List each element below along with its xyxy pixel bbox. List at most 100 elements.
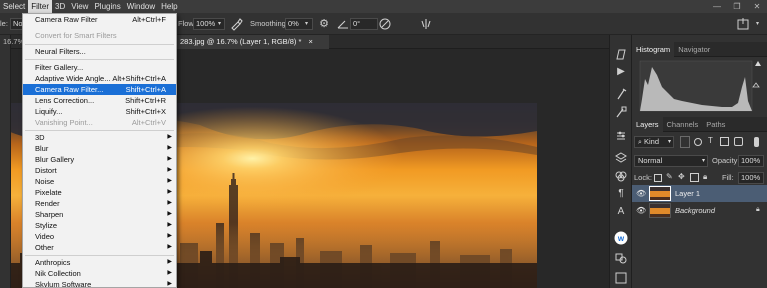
histogram-graph (639, 60, 761, 112)
menu-item-stylize[interactable]: Stylize ▶ (23, 220, 176, 231)
brush-icon[interactable] (614, 87, 628, 101)
submenu-arrow-icon: ▶ (167, 178, 172, 184)
menu-item-filter-gallery[interactable]: Filter Gallery... (23, 62, 176, 73)
lock-transparency-icon[interactable] (654, 174, 662, 182)
submenu-arrow-icon: ▶ (167, 259, 172, 265)
layer-kind-filter[interactable]: ⌕ Kind ▾ (634, 136, 674, 148)
symmetry-icon[interactable] (419, 17, 433, 31)
character-icon[interactable]: A (614, 205, 628, 219)
tab-paths[interactable]: Paths (702, 117, 729, 132)
menu-separator (25, 44, 174, 45)
close-icon[interactable]: ✕ (747, 0, 767, 13)
menu-3d[interactable]: 3D (52, 0, 68, 13)
doc-tab-active[interactable]: 283.jpg @ 16.7% (Layer 1, RGB/8) * × (177, 35, 329, 49)
menu-item-pixelate[interactable]: Pixelate ▶ (23, 187, 176, 198)
menu-window[interactable]: Window (124, 0, 158, 13)
minimize-icon[interactable]: — (707, 0, 727, 13)
pressure-size-icon[interactable] (378, 17, 392, 31)
tab-histogram[interactable]: Histogram (632, 42, 675, 57)
submenu-arrow-icon: ▶ (167, 156, 172, 162)
layer-name: Background (675, 206, 716, 215)
opacity-input[interactable]: 100% (738, 155, 764, 167)
channels-icon[interactable] (614, 169, 628, 183)
shapes-icon[interactable] (614, 251, 628, 265)
fill-label: Fill: (722, 173, 734, 182)
properties-icon[interactable] (614, 271, 628, 285)
tab-layers[interactable]: Layers (632, 117, 663, 132)
pixel-filter-icon[interactable] (680, 136, 690, 148)
submenu-arrow-icon: ▶ (167, 211, 172, 217)
chevron-down-icon[interactable]: ▾ (305, 18, 308, 30)
submenu-arrow-icon: ▶ (167, 244, 172, 250)
lock-row: Lock: ✎ ✥ 🔒︎ Fill: 100% (634, 172, 765, 185)
blend-mode-value: Normal (638, 156, 663, 165)
type-filter-icon[interactable]: T (708, 136, 713, 145)
blend-mode-dropdown[interactable]: Normal ▾ (634, 155, 708, 167)
menu-item-skylum-software[interactable]: Skylum Software ▶ (23, 279, 176, 287)
menu-select[interactable]: Select (0, 0, 28, 13)
menu-item-camera-raw-filter-last[interactable]: Camera Raw Filter Alt+Ctrl+F (23, 14, 176, 25)
lock-all-icon[interactable]: 🔒︎ (703, 172, 707, 182)
eye-icon[interactable]: 👁︎ (636, 206, 646, 215)
chevron-down-icon: ▾ (701, 158, 705, 164)
menu-plugins[interactable]: Plugins (91, 0, 123, 13)
brush-settings-icon[interactable] (614, 105, 628, 119)
menu-item-video[interactable]: Video ▶ (23, 231, 176, 242)
lock-artboard-icon[interactable] (690, 173, 699, 182)
chevron-down-icon[interactable]: ▾ (218, 18, 221, 30)
kind-filter-label: Kind (644, 137, 660, 146)
mode-label: le: (0, 19, 8, 28)
menu-item-distort[interactable]: Distort ▶ (23, 165, 176, 176)
paragraph-icon[interactable]: ¶ (614, 187, 628, 201)
tab-navigator[interactable]: Navigator (674, 42, 714, 57)
lock-position-icon[interactable]: ✥ (678, 172, 685, 181)
layer-row-selected[interactable]: 👁︎ Layer 1 (632, 185, 767, 202)
menu-item-other[interactable]: Other ▶ (23, 242, 176, 253)
airbrush-icon[interactable] (229, 17, 243, 31)
menu-item-nik-collection[interactable]: Nik Collection ▶ (23, 268, 176, 279)
menu-item-anthropics[interactable]: Anthropics ▶ (23, 257, 176, 268)
smartobject-filter-icon[interactable] (734, 137, 743, 146)
doc-tab-title: 283.jpg @ 16.7% (Layer 1, RGB/8) * (180, 37, 302, 46)
menu-item-blur-gallery[interactable]: Blur Gallery ▶ (23, 154, 176, 165)
maximize-icon[interactable]: ❐ (727, 0, 747, 13)
menu-item-adaptive-wide-angle[interactable]: Adaptive Wide Angle... Alt+Shift+Ctrl+A (23, 73, 176, 84)
history-icon[interactable] (614, 47, 628, 61)
chevron-down-icon: ▾ (667, 139, 671, 145)
angle-input[interactable]: 0° (350, 18, 378, 30)
lock-pixels-icon[interactable]: ✎ (666, 172, 673, 181)
filter-toggle-icon[interactable] (754, 137, 759, 147)
adjust-icon[interactable] (614, 129, 628, 143)
tab-channels[interactable]: Channels (663, 117, 703, 132)
smoothing-input[interactable]: 0% (285, 18, 313, 30)
menu-item-blur[interactable]: Blur ▶ (23, 143, 176, 154)
fill-input[interactable]: 100% (738, 172, 764, 184)
layers-icon[interactable] (614, 151, 628, 165)
menu-item-liquify[interactable]: Liquify... Shift+Ctrl+X (23, 106, 176, 117)
menu-item-lens-correction[interactable]: Lens Correction... Shift+Ctrl+R (23, 95, 176, 106)
play-icon[interactable]: ▶ (614, 65, 628, 79)
menu-item-camera-raw-filter[interactable]: Camera Raw Filter... Shift+Ctrl+A (23, 84, 176, 95)
eye-icon[interactable]: 👁︎ (636, 189, 646, 198)
shape-filter-icon[interactable] (720, 137, 729, 146)
menu-item-3d[interactable]: 3D ▶ (23, 132, 176, 143)
gear-icon[interactable]: ⚙ (317, 17, 331, 31)
menu-item-render[interactable]: Render ▶ (23, 198, 176, 209)
share-icon[interactable] (736, 17, 750, 31)
menu-help[interactable]: Help (158, 0, 180, 13)
histogram-panel-tabs: Histogram Navigator (632, 42, 767, 57)
menu-item-noise[interactable]: Noise ▶ (23, 176, 176, 187)
close-icon[interactable]: × (309, 37, 313, 46)
adjustment-filter-icon[interactable] (694, 138, 702, 146)
menu-separator (25, 130, 174, 131)
angle-icon (336, 17, 350, 31)
layers-panel-tabs: Layers Channels Paths (632, 117, 767, 132)
chevron-down-icon[interactable]: ▾ (756, 18, 759, 30)
menu-filter[interactable]: Filter (28, 0, 53, 13)
menu-view[interactable]: View (68, 0, 91, 13)
menu-item-sharpen[interactable]: Sharpen ▶ (23, 209, 176, 220)
layer-row[interactable]: 👁︎ Background 🔒︎ (632, 202, 767, 219)
filter-menu: Camera Raw Filter Alt+Ctrl+F Convert for… (22, 13, 177, 288)
menu-item-neural-filters[interactable]: Neural Filters... (23, 46, 176, 57)
plugin-w-icon[interactable]: w (614, 231, 628, 245)
